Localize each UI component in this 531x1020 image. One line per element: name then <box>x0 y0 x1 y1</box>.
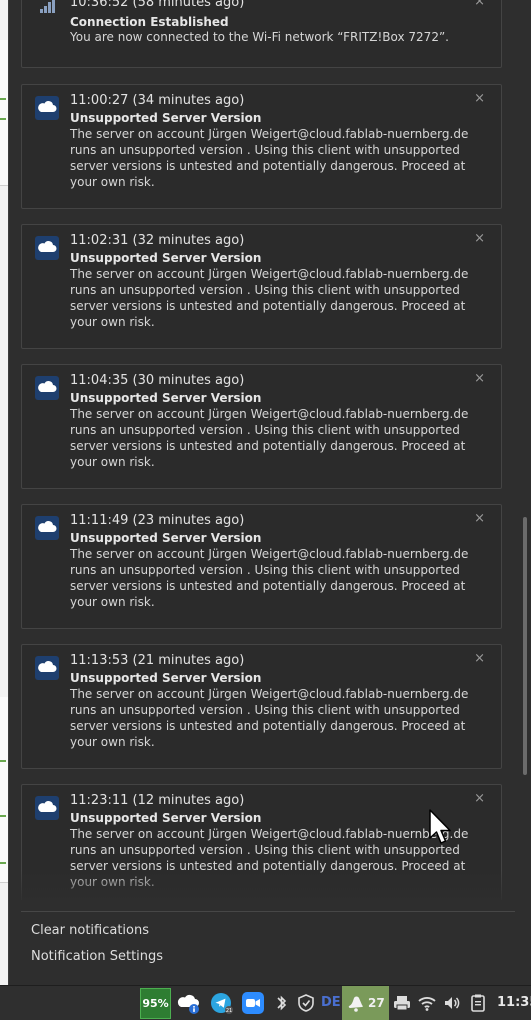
notification-card[interactable]: 11:04:35 (30 minutes ago) Unsupported Se… <box>21 364 502 489</box>
zoom-icon[interactable] <box>241 991 265 1015</box>
notification-body: The server on account Jürgen Weigert@clo… <box>70 407 469 469</box>
background-mark <box>0 862 6 864</box>
close-icon[interactable]: × <box>474 0 485 9</box>
notification-body: The server on account Jürgen Weigert@clo… <box>70 827 469 889</box>
notification-time: 11:04:35 (30 minutes ago) <box>70 373 245 388</box>
background-mark <box>0 118 6 120</box>
notification-count: 27 <box>368 996 385 1010</box>
close-icon[interactable]: × <box>474 231 485 246</box>
nextcloud-icon <box>35 796 59 820</box>
close-icon[interactable]: × <box>474 371 485 386</box>
clipboard-icon[interactable] <box>468 991 492 1015</box>
notification-card[interactable]: 11:02:31 (32 minutes ago) Unsupported Se… <box>21 224 502 349</box>
background-mark <box>0 815 6 817</box>
notification-body: You are now connected to the Wi-Fi netwo… <box>70 30 449 44</box>
notification-title: Unsupported Server Version <box>70 251 262 265</box>
notification-card[interactable]: 11:00:27 (34 minutes ago) Unsupported Se… <box>21 84 502 209</box>
notification-title: Unsupported Server Version <box>70 671 262 685</box>
notification-title: Unsupported Server Version <box>70 391 262 405</box>
divider <box>21 911 515 912</box>
clear-notifications-button[interactable]: Clear notifications <box>31 923 149 938</box>
printer-icon[interactable] <box>392 991 416 1015</box>
wifi-signal-icon <box>39 0 57 13</box>
nextcloud-icon <box>35 376 59 400</box>
telegram-badge: 21 <box>226 1008 232 1014</box>
telegram-icon[interactable]: 21 <box>209 991 233 1015</box>
background-strip <box>0 697 8 883</box>
wifi-icon[interactable] <box>417 991 441 1015</box>
taskbar: 95% 21 DE 27 11:3 <box>0 985 531 1020</box>
notification-card[interactable]: 10:36:52 (58 minutes ago) Connection Est… <box>21 0 502 68</box>
notification-body: The server on account Jürgen Weigert@clo… <box>70 547 469 609</box>
notification-body: The server on account Jürgen Weigert@clo… <box>70 267 469 329</box>
nextcloud-icon <box>35 656 59 680</box>
notification-settings-button[interactable]: Notification Settings <box>31 949 163 964</box>
nextcloud-icon <box>35 96 59 120</box>
scrollbar-thumb[interactable] <box>523 517 527 775</box>
close-icon[interactable]: × <box>474 511 485 526</box>
nextcloud-icon <box>35 236 59 260</box>
close-icon[interactable]: × <box>474 651 485 666</box>
notification-body: The server on account Jürgen Weigert@clo… <box>70 127 469 189</box>
notification-body: The server on account Jürgen Weigert@clo… <box>70 687 469 749</box>
notification-time: 10:36:52 (58 minutes ago) <box>70 0 245 10</box>
background-strip <box>0 40 8 186</box>
notification-title: Unsupported Server Version <box>70 111 262 125</box>
clock[interactable]: 11:35 <box>497 995 531 1010</box>
battery-indicator[interactable]: 95% <box>140 988 171 1019</box>
notification-title: Connection Established <box>70 15 229 29</box>
nextcloud-icon <box>35 516 59 540</box>
notification-time: 11:11:49 (23 minutes ago) <box>70 513 245 528</box>
notification-card[interactable]: 11:13:53 (21 minutes ago) Unsupported Se… <box>21 644 502 769</box>
nextcloud-tray-icon[interactable] <box>176 991 200 1015</box>
close-icon[interactable]: × <box>474 791 485 806</box>
notification-time: 11:13:53 (21 minutes ago) <box>70 653 245 668</box>
mouse-cursor-icon <box>428 808 454 848</box>
volume-icon[interactable] <box>442 991 466 1015</box>
notification-bell-icon[interactable] <box>345 991 369 1015</box>
notification-time: 11:00:27 (34 minutes ago) <box>70 93 245 108</box>
notification-time: 11:23:11 (12 minutes ago) <box>70 793 245 808</box>
notification-list[interactable]: 10:36:52 (58 minutes ago) Connection Est… <box>21 0 502 900</box>
background-mark <box>0 760 6 762</box>
close-icon[interactable]: × <box>474 91 485 106</box>
notification-title: Unsupported Server Version <box>70 531 262 545</box>
background-mark <box>0 98 6 100</box>
shield-icon[interactable] <box>296 991 320 1015</box>
notification-time: 11:02:31 (32 minutes ago) <box>70 233 245 248</box>
bluetooth-icon[interactable] <box>274 991 298 1015</box>
keyboard-layout-indicator[interactable]: DE <box>321 995 341 1010</box>
background-window-edge <box>0 0 8 1020</box>
notification-title: Unsupported Server Version <box>70 811 262 825</box>
notification-card[interactable]: 11:11:49 (23 minutes ago) Unsupported Se… <box>21 504 502 629</box>
